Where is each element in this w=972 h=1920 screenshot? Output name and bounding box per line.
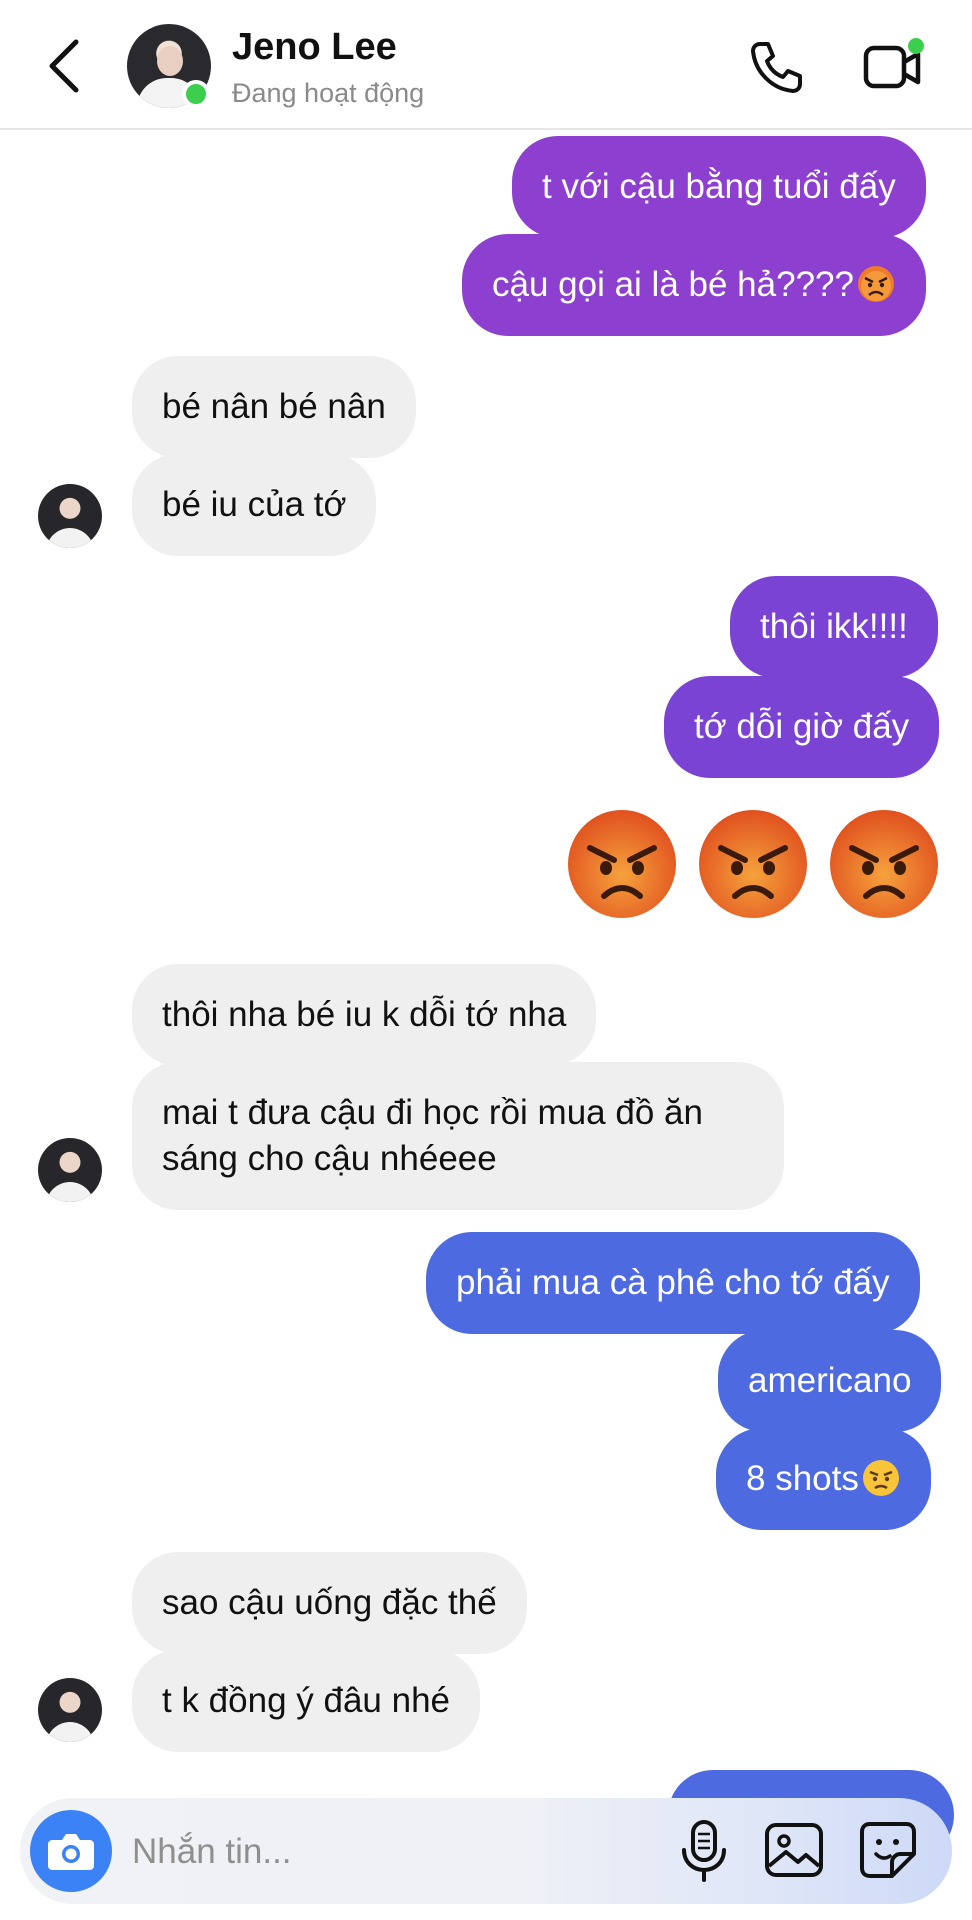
- message-text: bé nân bé nân: [162, 387, 386, 426]
- message-text: cậu gọi ai là bé hả????: [492, 265, 854, 304]
- incoming-message[interactable]: sao cậu uống đặc thế: [132, 1552, 527, 1654]
- message-input[interactable]: [132, 1822, 652, 1882]
- message-text: americano: [748, 1361, 912, 1400]
- message-text: thôi nha bé iu k dỗi tớ nha: [162, 995, 567, 1034]
- angry-face-icon: [857, 266, 894, 302]
- outgoing-message[interactable]: thôi ikk!!!!: [730, 576, 938, 678]
- message-text: t k đồng ý đâu nhé: [162, 1681, 450, 1720]
- outgoing-message[interactable]: tớ dỗi giờ đấy: [664, 676, 940, 778]
- incoming-message[interactable]: t k đồng ý đâu nhé: [132, 1650, 480, 1752]
- back-chevron-icon[interactable]: [44, 36, 88, 96]
- message-text: tớ dỗi giờ đấy: [694, 707, 910, 746]
- sender-avatar[interactable]: [38, 484, 102, 548]
- message-text: 8 shots: [746, 1459, 859, 1498]
- outgoing-message[interactable]: 8 shots: [716, 1428, 931, 1530]
- activity-status: Đang hoạt động: [232, 78, 425, 108]
- camera-button[interactable]: [30, 1810, 112, 1892]
- angry-face-icon[interactable]: [566, 808, 678, 920]
- sender-avatar[interactable]: [38, 1678, 102, 1742]
- phone-call-icon[interactable]: [748, 38, 806, 96]
- chat-header: Jeno Lee Đang hoạt động: [0, 0, 972, 130]
- video-call-icon[interactable]: [862, 36, 926, 94]
- camera-icon: [48, 1834, 94, 1870]
- angry-face-icon[interactable]: [697, 808, 809, 920]
- gallery-icon[interactable]: [762, 1818, 826, 1882]
- message-text: phải mua cà phê cho tớ đấy: [456, 1263, 890, 1302]
- message-text: t với cậu bằng tuổi đấy: [542, 167, 896, 206]
- incoming-message[interactable]: bé iu của tớ: [132, 454, 377, 556]
- angry-face-icon[interactable]: [828, 808, 940, 920]
- sticker-icon[interactable]: [856, 1818, 920, 1882]
- outgoing-message[interactable]: t với cậu bằng tuổi đấy: [512, 136, 926, 238]
- message-text-line: mai t đưa cậu đi học rồi mua đồ ăn: [162, 1093, 703, 1132]
- outgoing-message[interactable]: cậu gọi ai là bé hả????: [462, 234, 926, 336]
- annoyed-face-icon: [862, 1460, 899, 1496]
- online-status-dot: [182, 80, 210, 108]
- message-text: thôi ikk!!!!: [760, 607, 908, 646]
- outgoing-message[interactable]: phải mua cà phê cho tớ đấy: [426, 1232, 920, 1334]
- microphone-icon[interactable]: [676, 1818, 732, 1884]
- message-text: bé iu của tớ: [162, 485, 347, 524]
- incoming-message[interactable]: mai t đưa cậu đi học rồi mua đồ ăn sáng …: [132, 1062, 784, 1210]
- outgoing-message[interactable]: americano: [718, 1330, 942, 1432]
- sender-avatar[interactable]: [38, 1138, 102, 1202]
- contact-name[interactable]: Jeno Lee: [232, 26, 397, 69]
- message-text-line: sáng cho cậu nhéeee: [162, 1139, 497, 1178]
- incoming-message[interactable]: bé nân bé nân: [132, 356, 416, 458]
- message-text: sao cậu uống đặc thế: [162, 1583, 497, 1622]
- incoming-message[interactable]: thôi nha bé iu k dỗi tớ nha: [132, 964, 597, 1066]
